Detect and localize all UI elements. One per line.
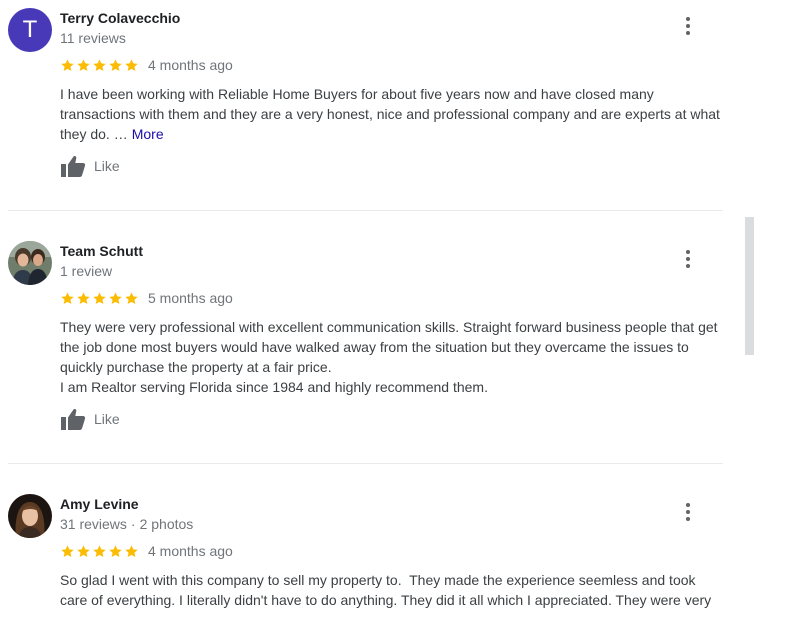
reviewer-name[interactable]: Team Schutt [60, 243, 143, 259]
avatar[interactable] [8, 494, 52, 538]
more-vert-icon [676, 247, 700, 271]
review-text-line: I am Realtor serving Florida since 1984 … [60, 379, 488, 395]
star-icon [76, 291, 91, 306]
review-date: 5 months ago [148, 290, 233, 306]
star-icon [76, 544, 91, 559]
scrollbar-thumb[interactable] [745, 217, 754, 355]
star-icon [124, 291, 139, 306]
more-options-button[interactable] [672, 243, 704, 275]
rating-row: 4 months ago [60, 56, 233, 74]
thumbs-up-icon [60, 407, 86, 431]
more-options-button[interactable] [672, 496, 704, 528]
reviewer-meta[interactable]: 31 reviews · 2 photos [60, 516, 193, 532]
star-icon [124, 58, 139, 73]
star-icon [60, 291, 75, 306]
star-icon [124, 544, 139, 559]
avatar[interactable]: T [8, 8, 52, 52]
divider [8, 463, 723, 464]
reviewer-name[interactable]: Terry Colavecchio [60, 10, 180, 26]
rating-row: 5 months ago [60, 289, 233, 307]
review-date: 4 months ago [148, 543, 233, 559]
reviewer-meta[interactable]: 1 review [60, 263, 112, 279]
review-count: 31 reviews [60, 516, 127, 532]
like-label: Like [94, 158, 120, 174]
review-card: Amy Levine 31 reviews · 2 photos 4 months … [8, 494, 723, 628]
star-rating [60, 544, 139, 559]
star-icon [108, 291, 123, 306]
thumbs-up-icon [60, 154, 86, 178]
star-icon [92, 544, 107, 559]
star-rating [60, 291, 139, 306]
more-link[interactable]: More [132, 126, 164, 142]
review-date: 4 months ago [148, 57, 233, 73]
avatar[interactable] [8, 241, 52, 285]
star-rating [60, 58, 139, 73]
review-text: So glad I went with this company to sell… [60, 572, 712, 608]
review-text-line: They were very professional with excelle… [60, 319, 718, 375]
star-icon [60, 58, 75, 73]
reviewer-name[interactable]: Amy Levine [60, 496, 139, 512]
star-icon [108, 544, 123, 559]
like-button[interactable]: Like [60, 407, 120, 431]
like-label: Like [94, 411, 120, 427]
more-options-button[interactable] [672, 10, 704, 42]
profile-photo-icon [8, 494, 52, 538]
review-text: I have been working with Reliable Home B… [60, 84, 720, 144]
review-card: T Terry Colavecchio 11 reviews 4 months … [8, 8, 723, 208]
star-icon [108, 58, 123, 73]
star-icon [60, 544, 75, 559]
star-icon [76, 58, 91, 73]
review-card: Team Schutt 1 review 5 months ago They w… [8, 241, 723, 441]
divider [8, 210, 723, 211]
star-icon [92, 58, 107, 73]
more-vert-icon [676, 14, 700, 38]
review-text: They were very professional with excelle… [60, 317, 720, 397]
meta-separator: · [130, 516, 136, 532]
photo-count: 2 photos [139, 516, 194, 532]
star-icon [92, 291, 107, 306]
rating-row: 4 months ago [60, 542, 233, 560]
profile-photo-icon [8, 241, 52, 285]
more-vert-icon [676, 500, 700, 524]
reviewer-meta[interactable]: 11 reviews [60, 30, 126, 46]
like-button[interactable]: Like [60, 154, 120, 178]
